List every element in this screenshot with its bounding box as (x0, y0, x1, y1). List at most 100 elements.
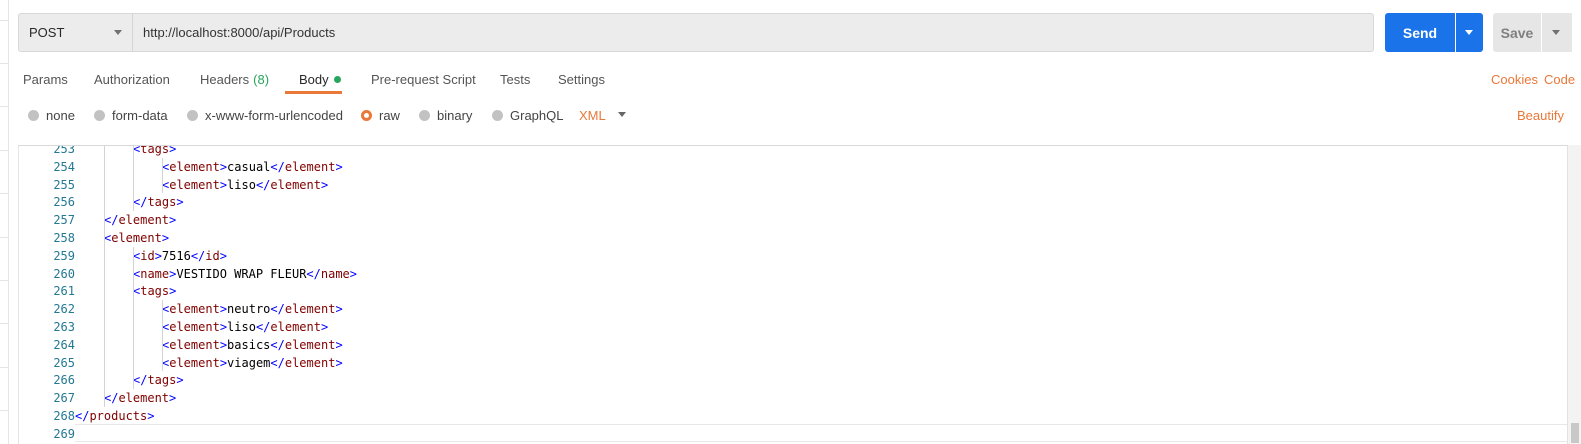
line-number: 255 (53, 177, 75, 192)
code-line: <id>7516</id> (133, 247, 227, 265)
send-options-button[interactable] (1456, 13, 1483, 52)
element-text: viagem (227, 355, 271, 370)
tag-name: element (284, 302, 336, 317)
tag-bracket: > (335, 337, 343, 352)
tag-bracket: > (335, 302, 343, 317)
tab-label: Body (299, 71, 329, 87)
line-number: 254 (53, 159, 75, 174)
radio-label: binary (437, 107, 473, 123)
indent-guide (133, 146, 134, 212)
element-text: liso (227, 320, 256, 334)
tab-label: Tests (500, 71, 531, 87)
tab-settings[interactable]: Settings (558, 64, 605, 94)
active-tab-indicator (285, 91, 342, 94)
radio-label: raw (379, 107, 400, 123)
tag-name: element (270, 320, 321, 334)
tag-bracket: </ (255, 320, 271, 334)
tag-bracket: > (169, 213, 177, 228)
radio-icon (187, 109, 198, 121)
chevron-down-icon (1552, 30, 1560, 35)
save-options-button[interactable] (1542, 13, 1572, 52)
radio-label: none (46, 107, 75, 123)
radio-none[interactable]: none (28, 102, 75, 128)
save-button[interactable]: Save (1493, 13, 1541, 52)
tag-name: element (284, 337, 336, 352)
beautify-link[interactable]: Beautify (1517, 102, 1564, 128)
tab-headers[interactable]: Headers (8) (200, 64, 269, 94)
method-label: POST (29, 25, 65, 40)
tag-name: id (140, 248, 155, 263)
line-number: 263 (53, 320, 75, 334)
tab-body[interactable]: Body (299, 64, 341, 94)
line-number: 262 (53, 302, 75, 317)
code-line: </tags> (133, 371, 184, 389)
tag-name: tags (140, 145, 170, 156)
tag-name: element (118, 391, 170, 406)
tab-tests[interactable]: Tests (500, 64, 530, 94)
headers-count-badge: (8) (253, 71, 270, 87)
code-line: </tags> (133, 193, 184, 211)
tag-bracket: </ (104, 391, 119, 406)
tag-bracket: > (169, 284, 177, 299)
tab-params[interactable]: Params (23, 64, 68, 94)
scrollbar-thumb[interactable] (1571, 423, 1579, 443)
radio-label: form-data (112, 107, 168, 123)
radio-icon (419, 109, 430, 121)
indent-guide (133, 246, 134, 390)
code-line: <element>liso</element> (162, 318, 328, 336)
indent-guide (162, 157, 163, 194)
code-line: <element>casual</element> (162, 158, 343, 176)
code-line: <element>neutro</element> (162, 300, 343, 318)
tag-bracket: </ (270, 159, 285, 174)
url-input[interactable]: http://localhost:8000/api/Products (143, 14, 335, 51)
radio-icon (492, 109, 503, 121)
language-select[interactable]: XML (579, 102, 606, 128)
tag-name: element (284, 355, 336, 370)
tab-label: Params (23, 71, 68, 87)
indent-guide (162, 300, 163, 372)
method-select[interactable]: POST (19, 14, 133, 51)
radio-icon (28, 109, 39, 121)
tag-bracket: </ (255, 177, 271, 192)
radio-raw[interactable]: raw (361, 102, 400, 128)
send-button[interactable]: Send (1385, 13, 1455, 52)
line-number: 257 (53, 213, 75, 228)
tag-bracket: </ (270, 302, 285, 317)
element-text: neutro (227, 302, 271, 317)
tag-bracket: > (176, 195, 184, 210)
code-link[interactable]: Code (1544, 64, 1575, 94)
code-editor[interactable]: 253 254 255 256 257 258 259 260 261 262 263 264 265 2… (18, 145, 1567, 444)
radio-graphql[interactable]: GraphQL (492, 102, 563, 128)
code-line: <element>basics</element> (162, 336, 343, 354)
radio-x-www-form-urlencoded[interactable]: x-www-form-urlencoded (187, 102, 343, 128)
tag-bracket: </ (306, 266, 321, 281)
code-line: <element>viagem</element> (162, 354, 343, 372)
line-number: 260 (53, 266, 75, 281)
line-number: 266 (53, 373, 75, 388)
chevron-down-icon (1465, 30, 1473, 35)
status-dot-icon (333, 75, 341, 83)
tab-label: Settings (558, 71, 605, 87)
cookies-link[interactable]: Cookies (1491, 64, 1538, 94)
radio-form-data[interactable]: form-data (94, 102, 168, 128)
tag-bracket: > (219, 355, 228, 370)
editor-scrollbar[interactable] (1567, 145, 1581, 444)
tab-pre-request-script[interactable]: Pre-request Script (371, 64, 476, 94)
code-line: <name>VESTIDO WRAP FLEUR</name> (133, 265, 357, 283)
chevron-down-icon[interactable] (618, 112, 626, 117)
element-text: 7516 (161, 248, 191, 263)
tag-name: id (205, 248, 220, 263)
tag-name: element (270, 177, 321, 192)
tag-bracket: > (219, 320, 228, 334)
tab-label: Headers (200, 71, 250, 87)
tag-name: name (320, 266, 350, 281)
code-line: <element>liso</element> (162, 176, 328, 194)
tag-name: tags (147, 195, 177, 210)
tab-authorization[interactable]: Authorization (94, 64, 170, 94)
tag-bracket: > (219, 159, 228, 174)
tag-bracket: > (335, 355, 343, 370)
request-bar: POST http://localhost:8000/api/Products (18, 13, 1374, 52)
radio-binary[interactable]: binary (419, 102, 472, 128)
current-line-highlight (75, 423, 1567, 442)
tab-label: Pre-request Script (371, 71, 476, 87)
